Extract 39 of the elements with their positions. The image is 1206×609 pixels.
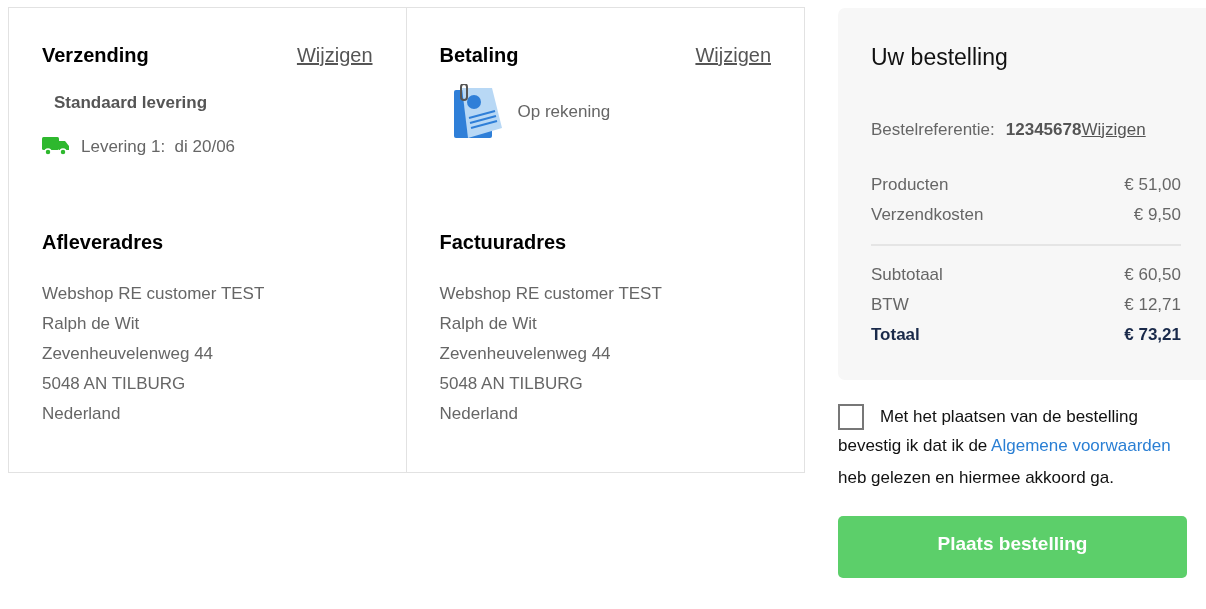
reference-label: Bestelreferentie: — [871, 118, 995, 141]
change-link[interactable]: Wijzigen — [1081, 116, 1146, 142]
summary-label: Totaal — [871, 324, 920, 346]
section-title: Factuuradres — [439, 230, 567, 255]
address-line: Zevenheuvelenweg 44 — [42, 343, 215, 365]
summary-amount: € 9,50 — [1133, 204, 1181, 226]
address-line: Ralph de Wit — [439, 313, 538, 335]
summary-label: Subtotaal — [871, 264, 943, 286]
summary-title: Uw bestelling — [871, 43, 1009, 72]
address-line: Nederland — [439, 403, 519, 425]
address-line: Ralph de Wit — [42, 313, 141, 335]
summary-amount: € 51,00 — [1124, 174, 1181, 196]
section-title: Betaling — [439, 43, 519, 68]
summary-amount: € 60,50 — [1124, 264, 1181, 286]
terms-checkbox[interactable] — [838, 404, 864, 430]
summary-label: BTW — [871, 294, 909, 316]
invoice-icon — [451, 84, 504, 140]
section-title: Afleveradres — [42, 230, 164, 255]
address-line: 5048 AN TILBURG — [42, 373, 187, 395]
summary-label: Producten — [871, 174, 949, 196]
truck-icon — [42, 136, 70, 157]
address-line: Webshop RE customer TEST — [42, 283, 266, 305]
summary-amount: € 73,21 — [1124, 324, 1181, 346]
payment-method: Op rekening — [517, 101, 611, 124]
reference-number: 12345678 — [1005, 118, 1082, 141]
address-line: Zevenheuvelenweg 44 — [439, 343, 612, 365]
section-title: Verzending — [42, 43, 149, 68]
address-line: Webshop RE customer TEST — [439, 283, 663, 305]
terms-link[interactable]: Algemene voorwaarden — [991, 436, 1171, 455]
shipping-method: Standaard levering — [54, 92, 209, 114]
change-link[interactable]: Wijzigen — [296, 40, 373, 70]
delivery-date: Levering 1: di 20/06 — [81, 135, 236, 158]
terms-text: Met het plaatsen van de bestelling — [880, 406, 1138, 429]
terms-text: bevestig ik dat ik de Algemene voorwaarden heb gelezen en hiermee akkoord ga. — [838, 435, 1172, 489]
summary-label: Verzendkosten — [871, 204, 984, 226]
summary-amount: € 12,71 — [1124, 294, 1181, 316]
address-line: Nederland — [42, 403, 122, 425]
change-link[interactable]: Wijzigen — [695, 40, 771, 70]
address-line: 5048 AN TILBURG — [439, 373, 584, 395]
